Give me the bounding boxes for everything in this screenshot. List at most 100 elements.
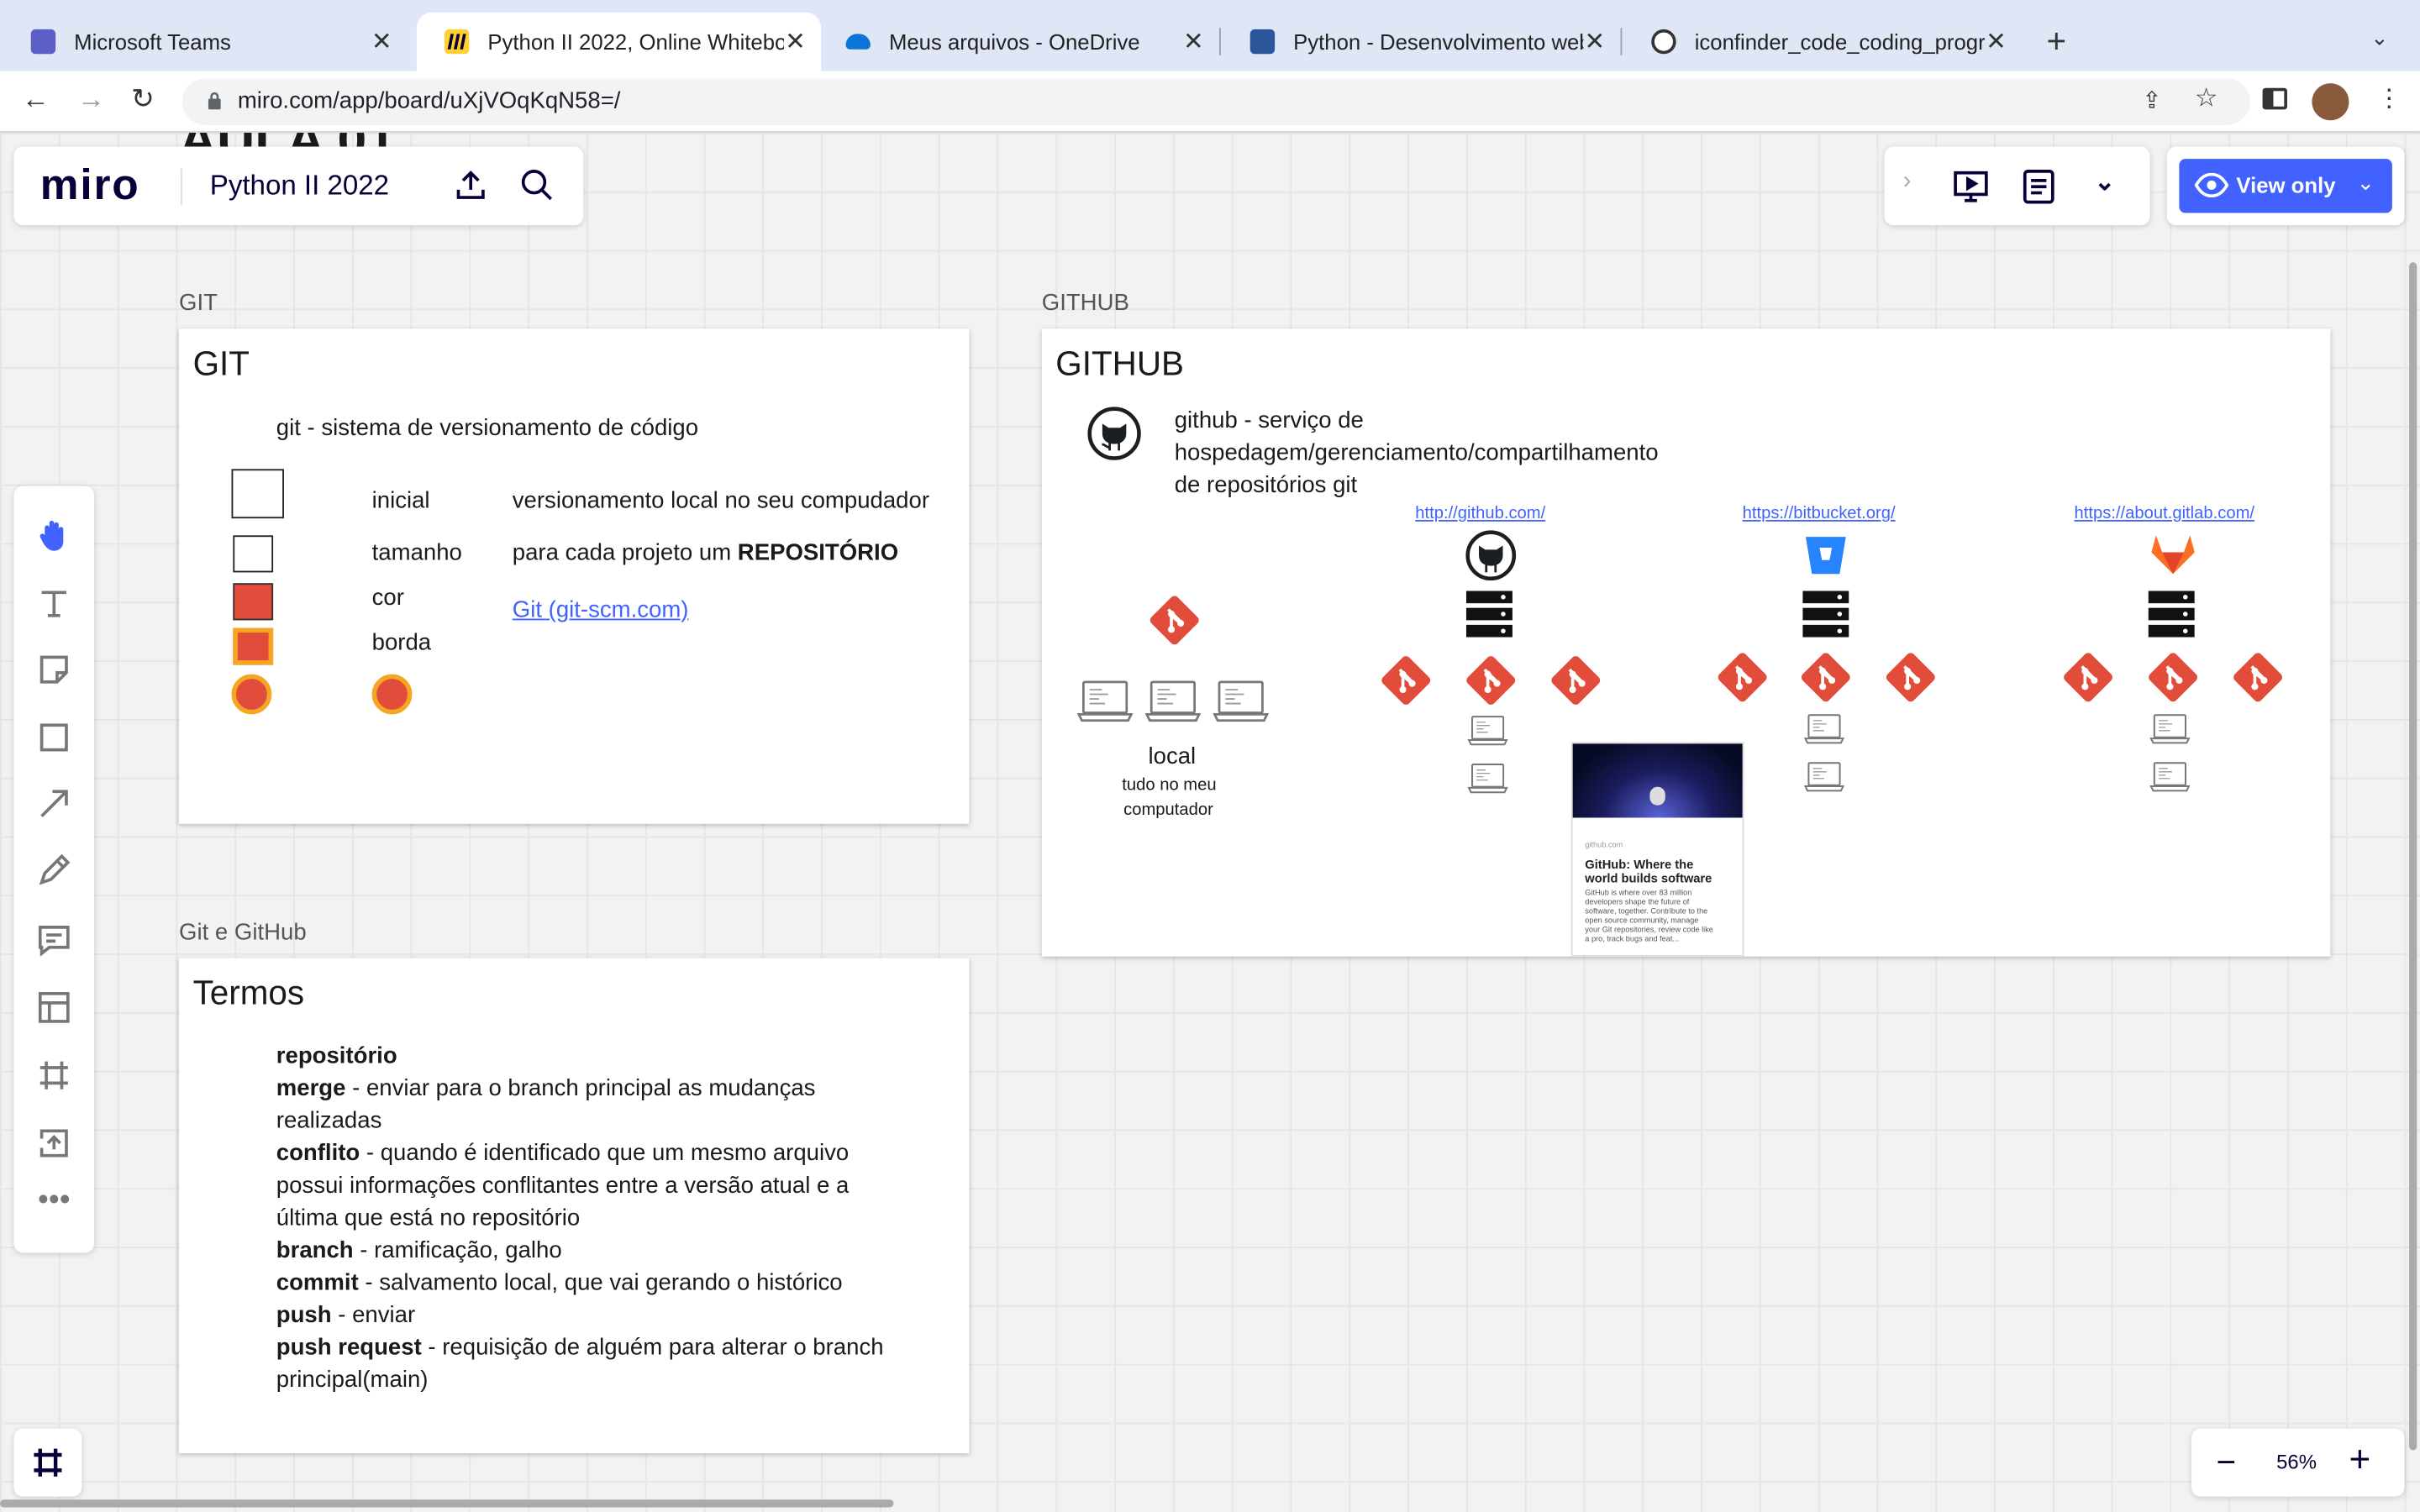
new-tab-button[interactable]: + [2046,22,2066,62]
zoom-out-button[interactable]: − [2217,1442,2237,1483]
laptop-icon[interactable] [1467,762,1508,802]
template-tool-icon[interactable] [35,989,72,1026]
presentation-icon[interactable] [1952,168,1989,205]
word-icon [1249,29,1276,55]
github-link[interactable]: http://github.com/ [1415,505,1545,523]
laptop-icon[interactable] [1803,760,1845,801]
frame-label-git[interactable]: GIT [179,290,218,316]
server-icon[interactable] [1465,591,1512,638]
frame-label-github[interactable]: GITHUB [1042,290,1129,316]
forward-arrow-icon[interactable]: → [77,83,105,116]
laptop-icon[interactable] [1803,713,1845,753]
git-logo-icon[interactable] [1149,594,1201,646]
browser-menu-icon[interactable]: ⋮ [2377,83,2402,114]
laptop-icon[interactable] [2149,760,2191,801]
tab-microsoft-teams[interactable]: Microsoft Teams ✕ [3,13,408,71]
git-logo-icon[interactable] [1800,651,1852,703]
back-arrow-icon[interactable]: ← [22,83,50,116]
vertical-scrollbar[interactable] [2409,262,2417,1451]
close-tab-icon[interactable]: ✕ [371,26,392,57]
laptop-icon[interactable] [1467,714,1508,754]
tab-iconfinder[interactable]: iconfinder_code_coding_programming ✕ [1623,13,2022,71]
comment-tool-icon[interactable] [35,921,72,958]
gitlab-logo-icon[interactable] [2149,531,2198,577]
small-square-shape[interactable] [233,535,274,573]
more-tools-icon[interactable]: ••• [35,1184,72,1221]
board-canvas[interactable]: AULA 01 GIT GIT git - sistema de version… [0,132,2420,1512]
git-logo-icon[interactable] [1380,654,1432,706]
omnibox[interactable]: miro.com/app/board/uXjVOqKqN58=/ [182,78,2250,125]
close-tab-icon[interactable]: ✕ [1986,26,2007,57]
hand-tool-icon[interactable] [35,517,72,554]
zoom-in-button[interactable]: + [2349,1440,2370,1483]
notes-icon[interactable] [2022,168,2055,205]
server-icon[interactable] [1802,591,1849,638]
term-name: push request [276,1334,422,1361]
red-square-orange-border-shape[interactable] [233,627,274,665]
laptop-icon[interactable] [2149,713,2191,753]
git-logo-icon[interactable] [2147,651,2199,703]
view-only-panel: View only ⌄ [2166,146,2405,226]
sticky-note-tool-icon[interactable] [35,651,72,688]
laptop-icon[interactable] [1076,679,1134,731]
upload-tool-icon[interactable] [35,1125,72,1162]
more-chevrons-icon[interactable]: ⌄ [2094,166,2115,197]
term-definition: realizadas [276,1107,382,1134]
frame-github[interactable]: GITHUB github - serviço de hospedagem/ge… [1041,328,2331,957]
profile-avatar[interactable] [2312,83,2349,121]
bookmark-star-icon[interactable]: ☆ [2195,83,2218,114]
github-logo-icon[interactable] [1465,529,1517,581]
laptop-icon[interactable] [1144,679,1202,731]
tab-onedrive[interactable]: Meus arquivos - OneDrive ✕ [818,13,1219,71]
side-panel-icon[interactable] [2262,87,2287,110]
close-tab-icon[interactable]: ✕ [1183,26,1204,57]
server-icon[interactable] [2148,591,2195,638]
export-upload-icon[interactable] [454,168,487,202]
frame-label-termos[interactable]: Git e GitHub [179,920,307,946]
git-logo-icon[interactable] [1549,654,1602,706]
red-circle-shape[interactable] [231,674,272,715]
search-icon[interactable] [520,168,554,202]
gitlab-link[interactable]: https://about.gitlab.com/ [2075,505,2255,523]
tab-label: Microsoft Teams [74,29,231,55]
git-logo-icon[interactable] [1885,651,1937,703]
miro-logo[interactable]: miro [40,160,140,210]
url-text[interactable]: miro.com/app/board/uXjVOqKqN58=/ [238,88,621,114]
frame-git[interactable]: GIT git - sistema de versionamento de có… [179,328,970,824]
close-tab-icon[interactable]: ✕ [1585,26,1606,57]
expand-chevron-icon[interactable]: › [1903,168,1912,196]
git-logo-icon[interactable] [2232,651,2284,703]
board-title[interactable]: Python II 2022 [210,170,389,202]
bitbucket-logo-icon[interactable] [1802,531,1849,577]
tab-python-web[interactable]: Python - Desenvolvimento web ✕ [1223,13,1621,71]
reload-icon[interactable]: ↻ [131,83,155,116]
git-scm-link[interactable]: Git (git-scm.com) [513,597,689,623]
shape-tool-icon[interactable] [35,719,72,756]
github-link-card[interactable]: github.com GitHub: Where the world build… [1570,742,1744,957]
tab-miro-board[interactable]: Python II 2022, Online Whiteboard ✕ [416,12,822,71]
text-tool-icon[interactable] [35,585,72,622]
git-logo-icon[interactable] [2062,651,2114,703]
termos-line: última que está no repositório [276,1205,580,1231]
git-logo-icon[interactable] [1716,651,1768,703]
git-logo-icon[interactable] [1465,654,1517,706]
red-circle-shape-2[interactable] [371,674,413,715]
square-shape[interactable] [231,469,284,519]
collaboration-toolbar: › ⌄ [1884,146,2150,226]
frame-termos[interactable]: Termos repositório merge - enviar para o … [179,958,970,1454]
close-tab-icon[interactable]: ✕ [785,26,806,57]
laptop-icon[interactable] [1213,679,1270,731]
horizontal-scrollbar[interactable] [0,1499,894,1508]
view-only-button[interactable]: View only ⌄ [2179,159,2392,213]
zoom-level[interactable]: 56% [2276,1450,2317,1473]
frame-tool-icon[interactable] [35,1057,72,1094]
red-square-shape[interactable] [233,583,274,621]
frames-panel-button[interactable] [13,1428,82,1497]
tab-search-chevron-icon[interactable]: ⌄ [2370,24,2389,50]
term-definition: - enviar [331,1302,416,1329]
share-icon[interactable]: ⇪ [2142,87,2161,114]
connection-line-tool-icon[interactable] [35,785,72,822]
pen-tool-icon[interactable] [35,852,72,889]
bitbucket-link[interactable]: https://bitbucket.org/ [1743,505,1896,523]
github-octocat-icon[interactable] [1086,406,1142,461]
